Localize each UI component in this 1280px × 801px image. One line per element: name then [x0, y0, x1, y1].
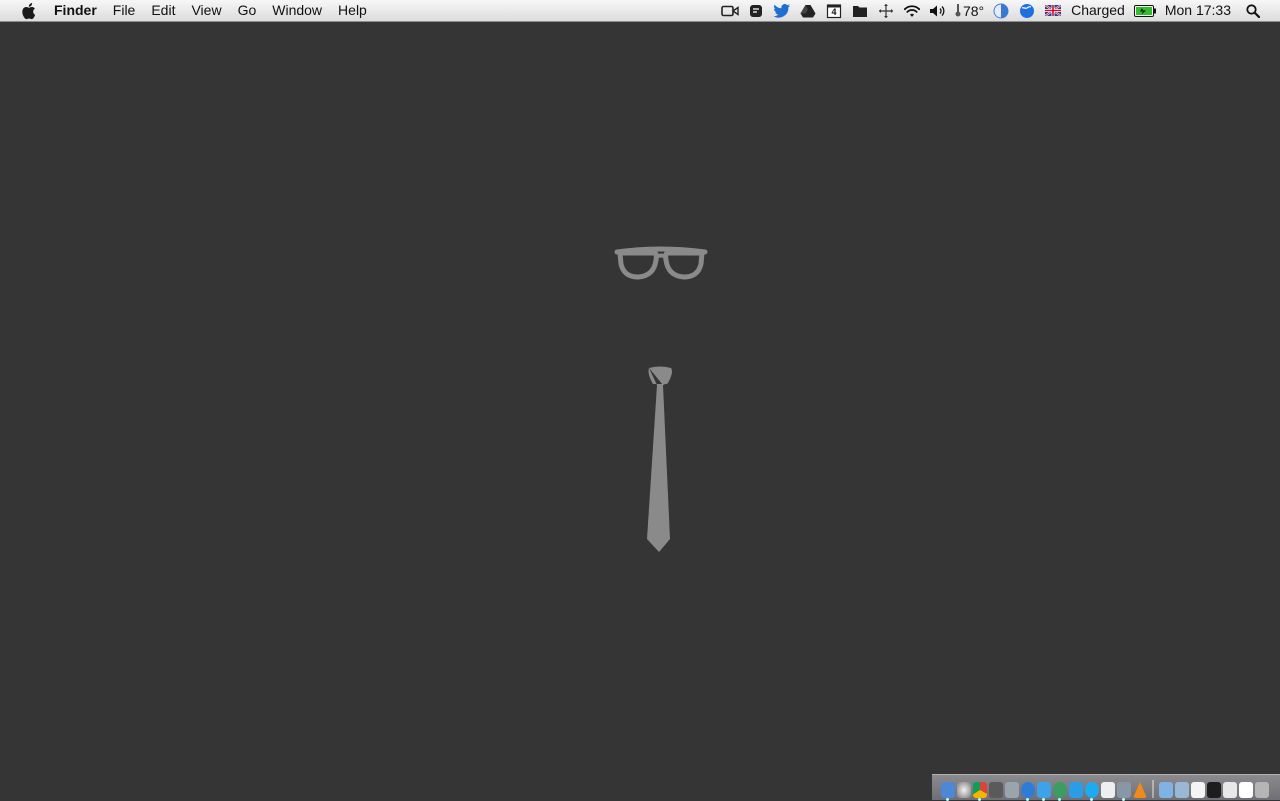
terminal-icon[interactable] [1207, 782, 1221, 798]
temperature-widget[interactable]: 78° [951, 3, 988, 19]
menu-window[interactable]: Window [264, 0, 330, 21]
menu-clock[interactable]: Mon 17:33 [1160, 0, 1236, 21]
safari-icon[interactable] [957, 782, 971, 798]
calendar-icon[interactable]: 4 [825, 2, 843, 20]
menu-help[interactable]: Help [330, 0, 375, 21]
menu-file[interactable]: File [105, 0, 144, 21]
necktie-icon [644, 364, 676, 559]
window-icon[interactable] [1223, 782, 1237, 798]
twitter-icon[interactable] [1037, 782, 1051, 801]
wifi-icon[interactable] [903, 2, 921, 20]
move-arrows-icon[interactable] [877, 2, 895, 20]
vlc-icon[interactable] [1133, 782, 1147, 798]
menu-bar: Finder File Edit View Go Window Help 4 7… [0, 0, 1280, 22]
skype-icon[interactable] [1085, 782, 1099, 801]
uk-flag-icon[interactable] [1044, 2, 1062, 20]
trash-icon[interactable] [1255, 782, 1269, 798]
finder-icon[interactable] [941, 782, 955, 801]
battery-status-text[interactable]: Charged [1066, 0, 1130, 21]
apple-menu-icon[interactable] [18, 1, 38, 21]
temperature-value: 78° [962, 2, 985, 19]
half-moon-icon[interactable] [992, 2, 1010, 20]
battery-icon[interactable] [1133, 2, 1156, 20]
folder-icon[interactable] [851, 2, 869, 20]
textedit-icon[interactable] [1101, 782, 1115, 798]
volume-icon[interactable] [929, 2, 947, 20]
system-prefs-icon[interactable] [1117, 782, 1131, 801]
menu-app-finder[interactable]: Finder [46, 0, 105, 21]
globe-icon[interactable] [1018, 2, 1036, 20]
maps-icon[interactable] [1053, 782, 1067, 801]
evernote-icon[interactable] [747, 2, 765, 20]
dock-separator [1152, 780, 1154, 798]
calendar-day: 4 [831, 7, 837, 17]
mail-icon[interactable] [1239, 782, 1253, 798]
safari-compass-icon[interactable] [1021, 782, 1035, 801]
spotlight-search-icon[interactable] [1244, 2, 1262, 20]
dock [932, 774, 1280, 801]
menu-go[interactable]: Go [230, 0, 265, 21]
glasses-icon [614, 246, 708, 289]
video-camera-icon[interactable] [721, 2, 739, 20]
twitter-icon[interactable] [773, 2, 791, 20]
preview-icon[interactable] [1005, 782, 1019, 798]
chrome-icon[interactable] [973, 782, 987, 801]
menu-edit[interactable]: Edit [143, 0, 183, 21]
app-store-icon[interactable] [1069, 782, 1083, 798]
downloads-icon[interactable] [1175, 782, 1189, 798]
menu-view[interactable]: View [183, 0, 229, 21]
folder-icon[interactable] [1159, 782, 1173, 798]
app-icon[interactable] [989, 782, 1003, 798]
google-drive-icon[interactable] [799, 2, 817, 20]
document-icon[interactable] [1191, 782, 1205, 798]
thermometer-icon [955, 3, 961, 19]
